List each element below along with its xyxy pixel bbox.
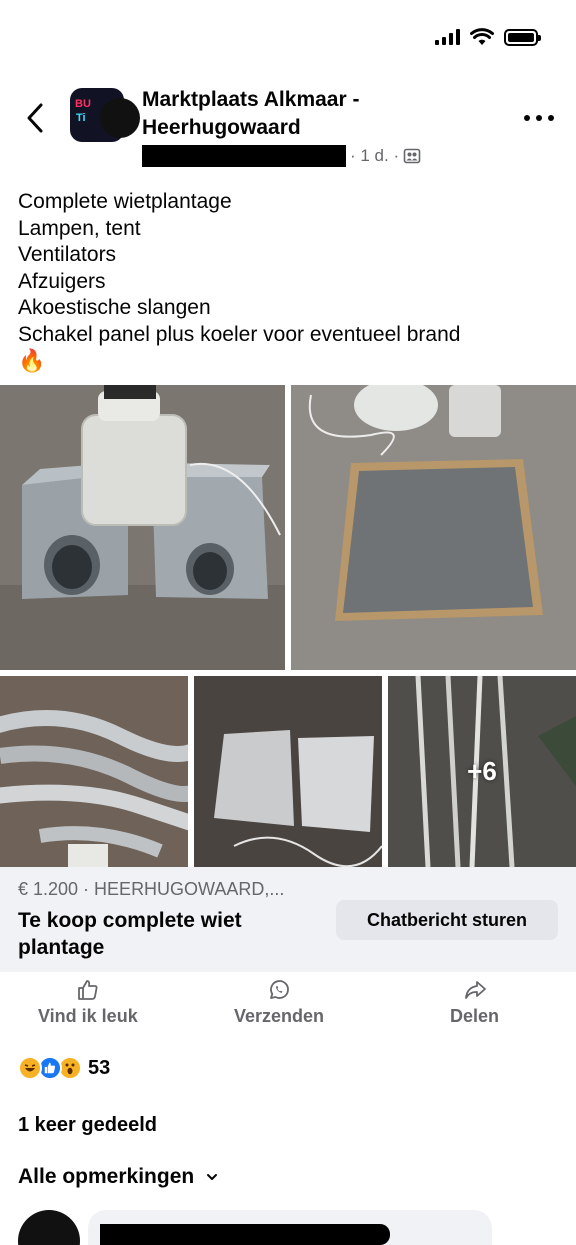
photo-tent-frame[interactable]: [291, 385, 576, 670]
share-label: Delen: [450, 1006, 500, 1026]
reaction-count: 53: [88, 1056, 111, 1079]
redacted-commenter-name: [100, 1224, 390, 1245]
post-header: BU Ti Marktplaats Alkmaar - Heerhugowaar…: [0, 80, 576, 180]
send-button[interactable]: Verzenden: [234, 978, 324, 1027]
post-line: Complete wietplantage: [18, 190, 232, 213]
chevron-down-icon: [207, 1174, 218, 1180]
like-button[interactable]: Vind ik leuk: [38, 978, 138, 1027]
like-label: Vind ik leuk: [38, 1006, 138, 1026]
comments-sort-label: Alle opmerkingen: [18, 1165, 195, 1188]
post-line: Akoestische slangen: [18, 296, 211, 319]
send-label: Verzenden: [234, 1006, 325, 1026]
status-icons: [435, 28, 541, 46]
listing-price-location: € 1.200 · HEERHUGOWAARD,...: [18, 879, 285, 899]
back-chevron-icon: [27, 103, 43, 133]
whatsapp-icon: [270, 980, 289, 999]
listing-title: Te koop complete wiet plantage: [18, 909, 242, 959]
post-line: Lampen, tent: [18, 216, 141, 240]
fire-emoji: 🔥: [18, 348, 46, 373]
wifi-icon: [470, 28, 494, 45]
marketplace-listing[interactable]: € 1.200 · HEERHUGOWAARD,... Te koop comp…: [0, 867, 576, 972]
more-options-button[interactable]: [524, 108, 554, 128]
post-line: Schakel panel plus koeler voor eventueel…: [18, 322, 461, 346]
photo-fans-filter[interactable]: [0, 385, 285, 670]
signal-icon: [435, 29, 460, 45]
photo-reflectors[interactable]: [194, 676, 382, 867]
more-photos-count[interactable]: +6: [388, 676, 576, 867]
post-actions: Vind ik leuk Verzenden Delen: [0, 978, 576, 1038]
photo-grid: +6: [0, 385, 576, 867]
reactions-summary[interactable]: 53: [18, 1055, 110, 1081]
back-button[interactable]: [18, 98, 52, 138]
share-button[interactable]: Delen: [450, 978, 499, 1027]
thumbs-up-icon: [77, 980, 98, 1000]
status-bar: [0, 0, 576, 70]
post-time: · 1 d. ·: [350, 146, 400, 165]
chat-message-button[interactable]: Chatbericht sturen: [336, 900, 558, 940]
share-count[interactable]: 1 keer gedeeld: [18, 1114, 157, 1137]
post-meta: · 1 d. ·: [142, 144, 421, 168]
battery-icon: [504, 28, 541, 46]
photo-ducts[interactable]: [0, 676, 188, 867]
redacted-avatar-overlay: [100, 98, 140, 138]
post-line: Ventilators: [18, 243, 117, 266]
post-line: Afzuigers: [18, 269, 106, 293]
comments-sort-dropdown[interactable]: Alle opmerkingen: [18, 1165, 218, 1189]
redacted-author-name: [142, 145, 346, 167]
post-text: Complete wietplantage Lampen, tent Venti…: [18, 189, 563, 375]
commenter-avatar[interactable]: [18, 1210, 80, 1245]
haha-reaction-icon: [18, 1056, 42, 1080]
share-arrow-icon: [464, 981, 486, 999]
group-members-icon: [403, 148, 421, 164]
group-name[interactable]: Marktplaats Alkmaar - Heerhugowaard: [142, 86, 442, 142]
photo-poles-more[interactable]: +6: [388, 676, 576, 867]
